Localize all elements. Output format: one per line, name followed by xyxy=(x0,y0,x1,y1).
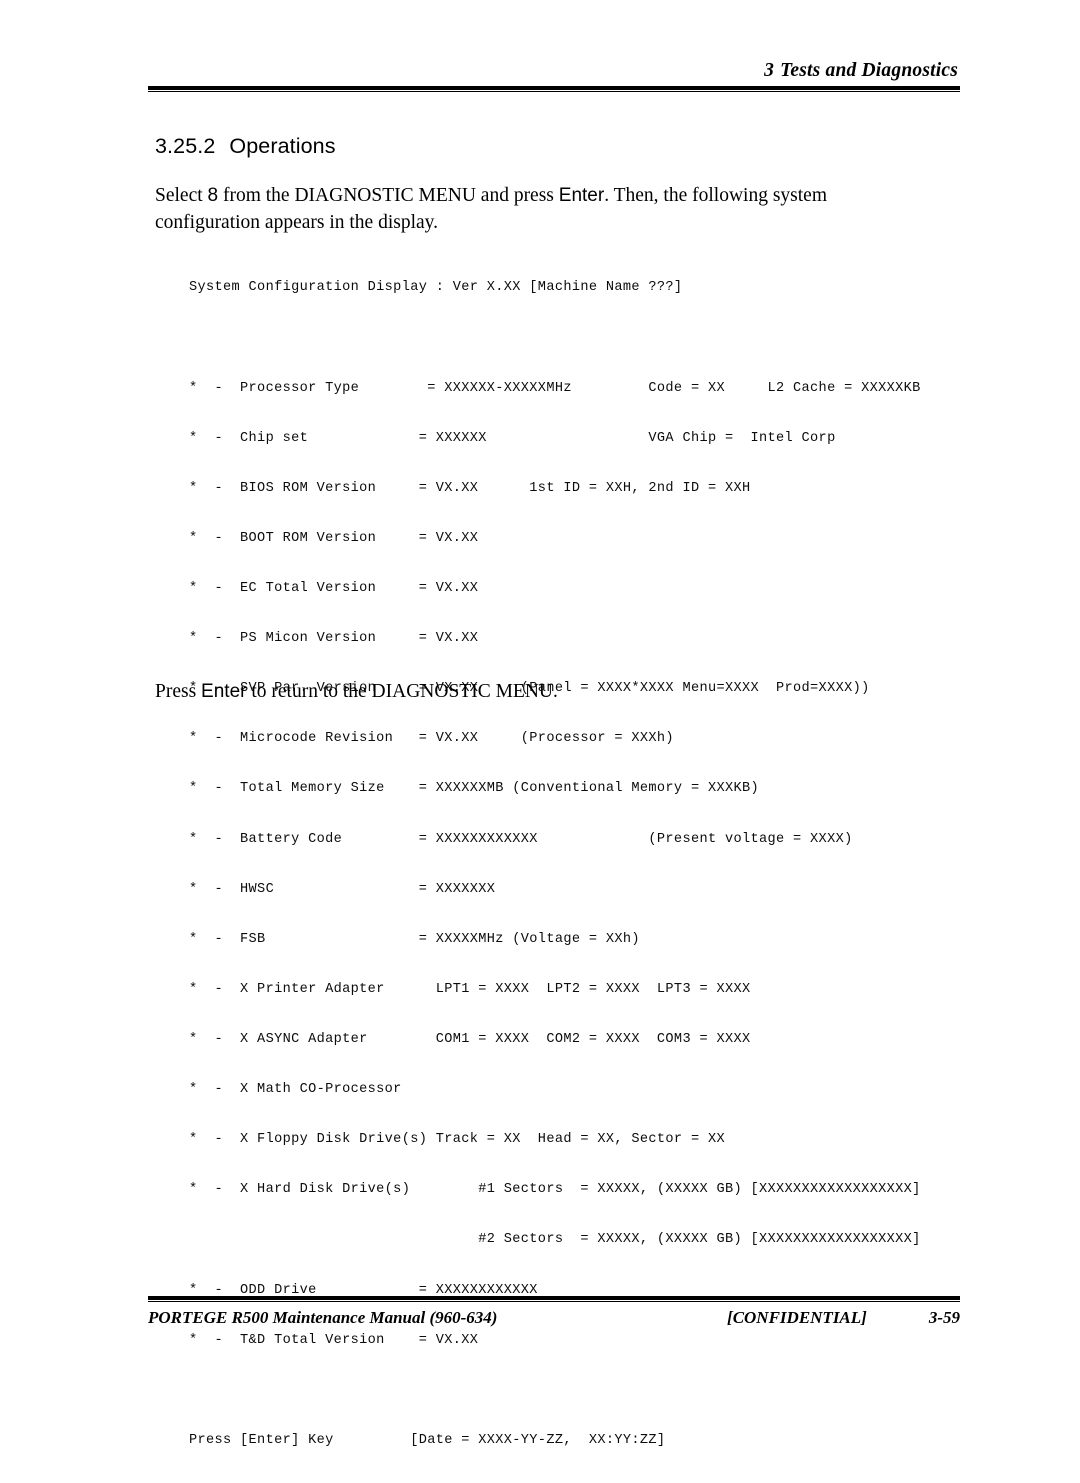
enter-key-label: Enter xyxy=(201,681,247,702)
outro-text-before: Press xyxy=(155,681,202,702)
console-line: * - X ASYNC Adapter COM1 = XXXX COM2 = X… xyxy=(189,1032,751,1048)
outro-text-after: to return to the DIAGNOSTIC MENU. xyxy=(246,681,558,702)
console-line: * - EC Total Version = VX.XX xyxy=(189,581,479,597)
console-prompt-line: Press [Enter] Key [Date = XXXX-YY-ZZ, XX… xyxy=(189,1432,666,1448)
console-line: #2 Sectors = XXXXX, (XXXXX GB) [XXXXXXXX… xyxy=(189,1232,921,1248)
footer-rule xyxy=(148,1296,960,1302)
running-header-title: 3 Tests and Diagnostics xyxy=(148,60,960,81)
chapter-number: 3 xyxy=(764,60,775,81)
console-line: * - Microcode Revision = VX.XX (Processo… xyxy=(189,731,674,747)
console-line: * - X Math CO-Processor xyxy=(189,1082,402,1098)
console-line: * - BIOS ROM Version = VX.XX 1st ID = XX… xyxy=(189,480,751,496)
confidential-marking: [CONFIDENTIAL] xyxy=(727,1308,867,1327)
menu-option-key: 8 xyxy=(207,185,219,206)
console-line: * - X Printer Adapter LPT1 = XXXX LPT2 =… xyxy=(189,981,751,997)
outro-paragraph: Press Enter to return to the DIAGNOSTIC … xyxy=(155,678,915,705)
document-page: 3 Tests and Diagnostics 3.25.2 Operations … xyxy=(0,0,1080,1448)
footer-row: PORTEGE R500 Maintenance Manual (960-634… xyxy=(148,1308,960,1328)
console-title-line: System Configuration Display : Ver X.XX … xyxy=(189,280,683,296)
console-line: * - Battery Code = XXXXXXXXXXXX (Present… xyxy=(189,831,853,847)
enter-key-label: Enter xyxy=(558,185,605,206)
console-line: * - Total Memory Size = XXXXXXMB (Conven… xyxy=(189,781,760,797)
console-line: * - HWSC = XXXXXXX xyxy=(189,881,496,897)
console-line: * - Processor Type = XXXXXX-XXXXXMHz Cod… xyxy=(189,380,921,396)
console-line: * - T&D Total Version = VX.XX xyxy=(189,1332,479,1348)
section-title: Operations xyxy=(229,134,336,158)
console-line: * - X Floppy Disk Drive(s) Track = XX He… xyxy=(189,1132,725,1148)
header-rule xyxy=(148,86,960,93)
chapter-title: Tests and Diagnostics xyxy=(780,60,958,81)
section-number: 3.25.2 xyxy=(155,134,216,158)
console-line: * - BOOT ROM Version = VX.XX xyxy=(189,530,479,546)
page-header: 3 Tests and Diagnostics xyxy=(148,60,960,93)
page-footer: PORTEGE R500 Maintenance Manual (960-634… xyxy=(148,1296,960,1328)
intro-text-middle: from the DIAGNOSTIC MENU and press xyxy=(218,185,559,206)
console-line: * - PS Micon Version = VX.XX xyxy=(189,631,479,647)
page-number: 3-59 xyxy=(928,1308,960,1327)
intro-text-before: Select xyxy=(155,185,208,206)
console-line: * - X Hard Disk Drive(s) #1 Sectors = XX… xyxy=(189,1182,921,1198)
section-heading: 3.25.2 Operations xyxy=(155,134,336,159)
footer-manual-title: PORTEGE R500 Maintenance Manual (960-634… xyxy=(148,1308,498,1327)
console-line: * - Chip set = XXXXXX VGA Chip = Intel C… xyxy=(189,430,836,446)
console-line: * - FSB = XXXXXMHz (Voltage = XXh) xyxy=(189,931,640,947)
intro-paragraph: Select 8 from the DIAGNOSTIC MENU and pr… xyxy=(155,182,915,236)
